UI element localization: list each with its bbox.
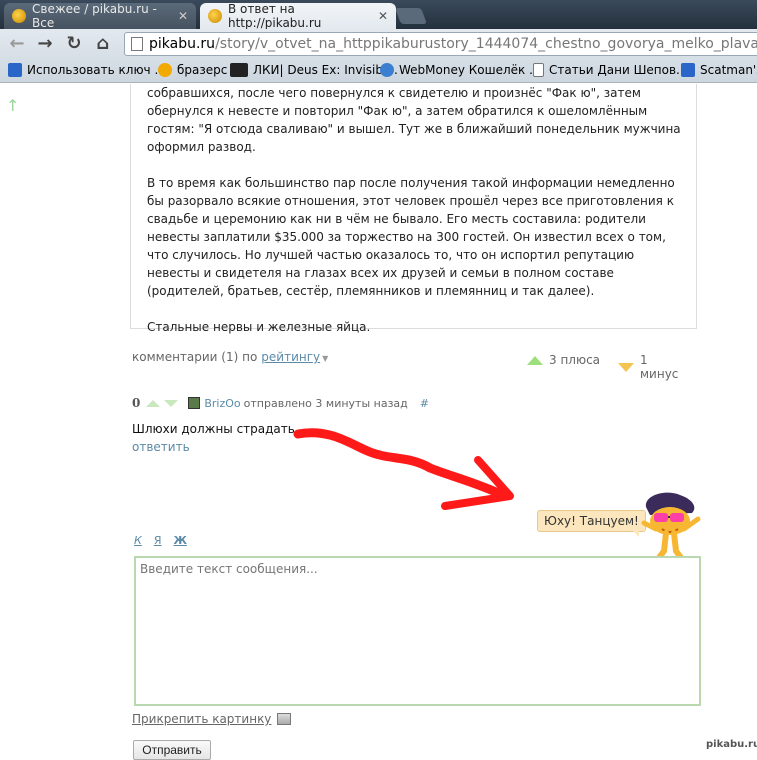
upvote-icon — [527, 355, 543, 365]
sort-rating-link[interactable]: рейтингу — [261, 350, 320, 364]
pikabu-icon — [158, 63, 172, 77]
story-box: собравшихся, после чего повернулся к сви… — [130, 84, 697, 334]
bookmark-item[interactable]: Scatman's S — [681, 63, 757, 77]
comment-score: 0 — [132, 396, 141, 410]
plus-count: 3 плюса — [549, 353, 601, 367]
bookmark-item[interactable]: WebMoney Кошелёк ... — [380, 63, 541, 77]
tab-reply[interactable]: В ответ на http://pikabu.ru ✕ — [200, 2, 396, 30]
format-toolbar: К Я Ж — [134, 534, 187, 547]
comment-permalink[interactable]: # — [420, 397, 429, 410]
browser-toolbar: ← → ↻ ⌂ pikabu.ru/story/v_otvet_na_httpp… — [0, 29, 757, 59]
url-path: /story/v_otvet_na_httppikaburustory_1444… — [215, 36, 757, 52]
comment-meta: отправлено 3 минуты назад — [243, 396, 408, 410]
reload-icon[interactable]: ↻ — [63, 33, 85, 55]
page-content: ↑ собравшихся, после чего повернулся к с… — [0, 84, 757, 760]
tab-label: Свежее / pikabu.ru - Все — [32, 2, 157, 30]
page-icon — [533, 63, 544, 77]
lki-icon — [230, 63, 248, 77]
tab-bar: Свежее / pikabu.ru - Все ✕ В ответ на ht… — [0, 0, 757, 30]
avatar — [188, 397, 201, 409]
comment-upvote-icon[interactable] — [146, 399, 161, 407]
bookmark-label: бразерс — [177, 63, 228, 77]
comments-header: комментарии (1) по рейтингу ▼ 3 плюса 1 ми… — [132, 350, 688, 381]
address-bar[interactable]: pikabu.ru/story/v_otvet_na_httppikaburus… — [124, 32, 757, 56]
tab-label: В ответ на http://pikabu.ru — [228, 2, 322, 30]
new-tab-button[interactable] — [395, 8, 427, 24]
dancing-mascot-icon[interactable] — [636, 489, 711, 564]
minus-votes[interactable]: 1 минус — [618, 353, 688, 381]
bookmark-item[interactable]: Использовать ключ ... — [8, 63, 166, 77]
chevron-down-icon[interactable]: ▼ — [322, 354, 328, 363]
story-paragraph: Стальные нервы и железные яйца. — [147, 320, 371, 334]
bookmark-item[interactable]: Статьи Дани Шепов... — [533, 63, 688, 77]
scroll-up-arrow-icon[interactable]: ↑ — [6, 96, 19, 115]
bookmark-label: Scatman's S — [700, 63, 757, 77]
comment-textarea[interactable] — [134, 556, 701, 706]
bookmark-label: Использовать ключ ... — [27, 63, 166, 77]
bookmark-label: WebMoney Кошелёк ... — [399, 63, 541, 77]
back-arrow-icon[interactable]: ← — [6, 33, 28, 55]
format-italic-button[interactable]: К — [134, 534, 142, 547]
story-text: собравшихся, после чего повернулся к сви… — [147, 84, 687, 354]
image-icon[interactable] — [277, 713, 292, 725]
bookmarks-bar: Использовать ключ ... бразерс ЛКИ| Deus … — [0, 59, 757, 83]
watermark: pikabu.ru — [706, 739, 757, 750]
close-icon[interactable]: ✕ — [378, 9, 388, 23]
comment-author[interactable]: BrizOo — [204, 397, 240, 410]
attach-image-link[interactable]: Прикрепить картинку — [132, 712, 271, 726]
format-strike-button[interactable]: Я — [154, 534, 162, 547]
pikabu-favicon-icon — [12, 9, 26, 23]
bookmark-label: ЛКИ| Deus Ex: Invisibl... — [253, 63, 398, 77]
webmoney-icon — [380, 63, 394, 77]
attach-image[interactable]: Прикрепить картинку — [132, 712, 292, 726]
url-host: pikabu.ru — [149, 36, 216, 52]
forward-arrow-icon[interactable]: → — [34, 33, 56, 55]
format-bold-button[interactable]: Ж — [173, 534, 186, 547]
bookmark-item[interactable]: бразерс — [158, 63, 227, 77]
red-arrow-drawing — [293, 428, 514, 510]
page-icon — [131, 37, 143, 51]
story-paragraph: собравшихся, после чего повернулся к сви… — [147, 86, 681, 154]
mascot-speech-bubble: Юху! Танцуем! — [537, 510, 646, 537]
windows-icon — [8, 63, 22, 77]
minus-count: 1 минус — [640, 353, 679, 381]
bookmark-item[interactable]: ЛКИ| Deus Ex: Invisibl... — [230, 63, 398, 77]
pikabu-favicon-icon — [208, 9, 222, 23]
comment-header: 0 BrizOo отправлено 3 минуты назад # — [132, 396, 692, 410]
plus-votes[interactable]: 3 плюса — [527, 353, 600, 367]
story-paragraph: В то время как большинство пар после пол… — [147, 176, 675, 298]
comments-count-label: комментарии (1) по — [132, 350, 258, 364]
home-icon[interactable]: ⌂ — [92, 33, 114, 55]
close-icon[interactable]: ✕ — [178, 9, 188, 23]
tab-fresh[interactable]: Свежее / pikabu.ru - Все ✕ — [4, 2, 196, 30]
comment-downvote-icon[interactable] — [164, 399, 179, 407]
bookmark-label: Статьи Дани Шепов... — [549, 63, 688, 77]
downvote-icon — [618, 362, 634, 372]
star-icon — [681, 63, 695, 77]
send-button[interactable]: Отправить — [133, 740, 211, 760]
